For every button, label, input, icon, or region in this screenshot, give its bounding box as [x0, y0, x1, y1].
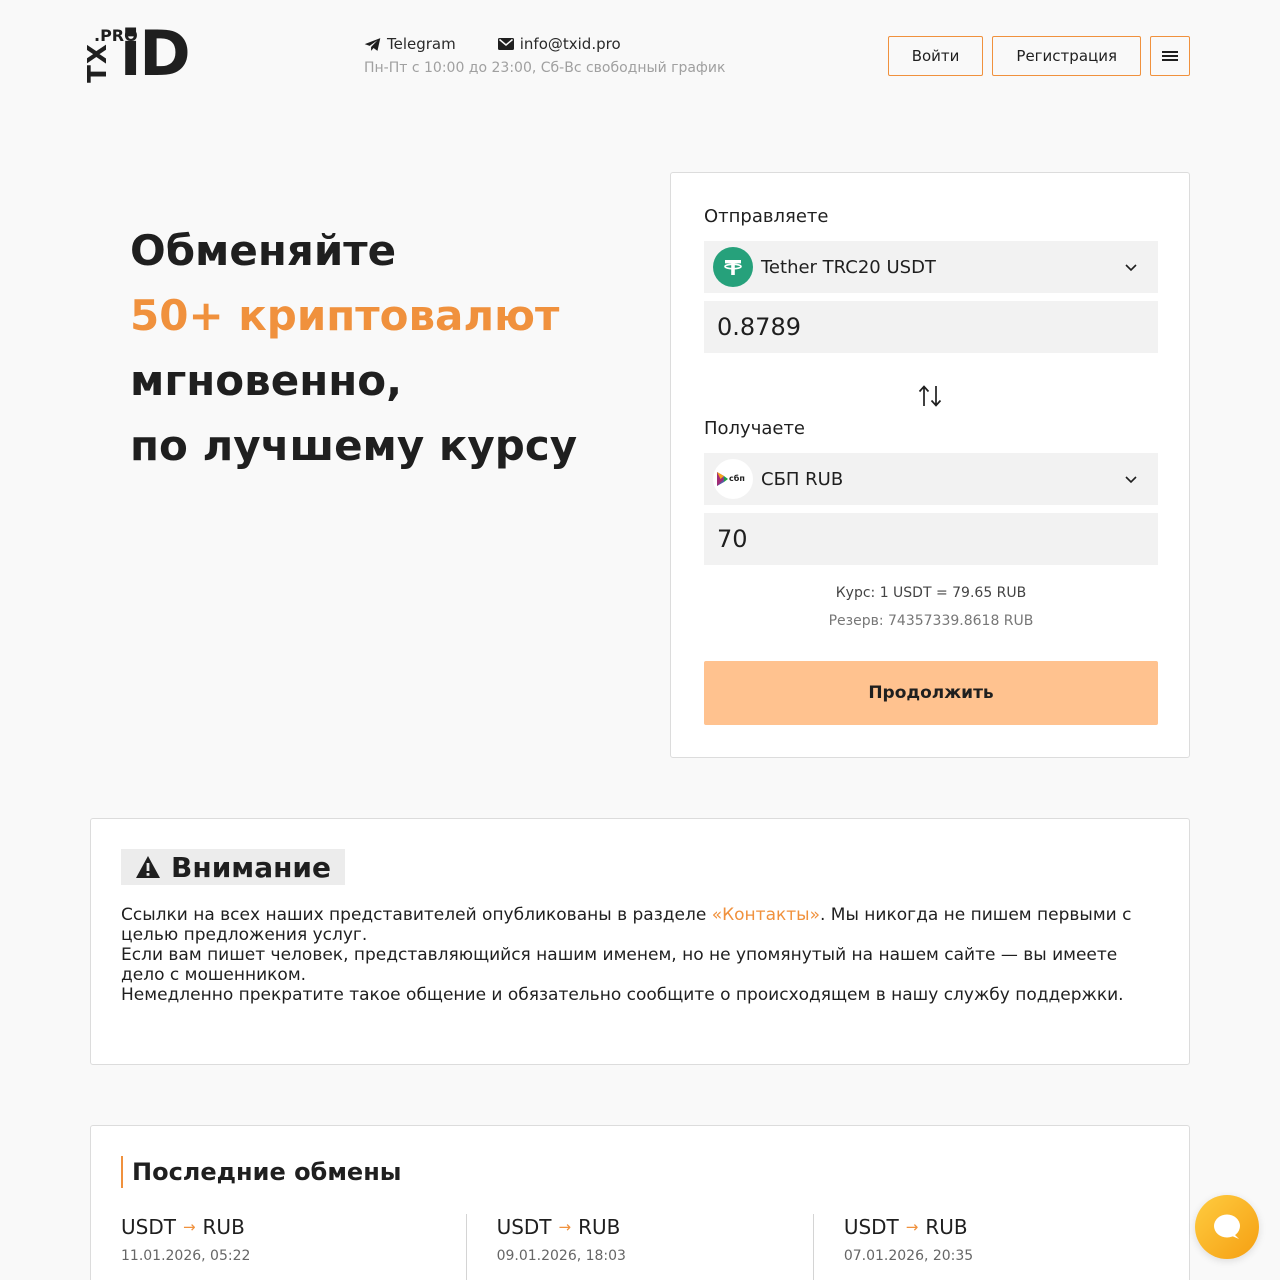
continue-button[interactable]: Продолжить: [704, 661, 1158, 725]
mail-icon: [497, 38, 514, 50]
logo[interactable]: .PRO TX iD: [83, 22, 191, 88]
chevron-down-icon: [1125, 476, 1137, 484]
sbp-icon: сбп: [713, 459, 753, 499]
warning-box: Внимание Ссылки на всех наших представит…: [90, 818, 1190, 1065]
currency-pair: USDT → RUB: [121, 1215, 245, 1239]
site-header: .PRO TX iD Telegram info@txid.pro Пн-Пт …: [83, 22, 1190, 88]
send-currency-name: Tether TRC20 USDT: [761, 256, 936, 278]
login-button[interactable]: Войти: [887, 36, 984, 76]
exchange-date: 07.01.2026, 20:35: [843, 1248, 974, 1264]
currency-pair: USDT → RUB: [496, 1215, 621, 1239]
hero-line-3: мгновенно,: [130, 356, 403, 405]
exchange-rate: Курс: 1 USDT = 79.65 RUB: [835, 585, 1027, 601]
working-hours: Пн-Пт с 10:00 до 23:00, Сб-Вс свободный …: [364, 60, 726, 76]
send-currency-select[interactable]: Tether TRC20 USDT: [704, 241, 1158, 293]
contacts-link[interactable]: «Контакты»: [712, 905, 820, 925]
telegram-link[interactable]: Telegram: [364, 35, 456, 53]
warning-icon: [136, 856, 160, 878]
send-amount-input[interactable]: [704, 301, 1158, 353]
recent-exchanges-title: Последние обмены: [121, 1156, 402, 1188]
reserve-amount: Резерв: 74357339.8618 RUB: [828, 613, 1034, 629]
exchange-date: 09.01.2026, 18:03: [496, 1248, 626, 1264]
tether-icon: [713, 247, 753, 287]
warning-title-block: Внимание: [121, 849, 346, 885]
warning-paragraph-3: Немедленно прекратите такое общение и об…: [121, 985, 1124, 1005]
arrow-right-icon: →: [182, 1218, 196, 1236]
arrow-right-icon: →: [558, 1218, 572, 1236]
receive-amount-input[interactable]: [704, 513, 1158, 565]
warning-text: Ссылки на всех наших представителей опуб…: [121, 905, 1161, 1005]
receive-currency-select[interactable]: сбп СБП RUB: [704, 453, 1158, 505]
exchange-card: Отправляете Tether TRC20 USDT Получаете: [670, 172, 1190, 758]
contacts: Telegram info@txid.pro Пн-Пт с 10:00 до …: [364, 34, 725, 76]
recent-exchange-item: USDT → RUB 07.01.2026, 20:35: [814, 1214, 1161, 1280]
arrow-right-icon: →: [905, 1218, 919, 1236]
menu-button[interactable]: [1150, 36, 1190, 76]
warning-paragraph-1: Ссылки на всех наших представителей опуб…: [121, 905, 1132, 945]
recent-exchange-item: USDT → RUB 09.01.2026, 18:03: [467, 1214, 814, 1280]
receive-currency-name: СБП RUB: [761, 468, 844, 490]
register-button[interactable]: Регистрация: [992, 36, 1141, 76]
sbp-icon-text: сбп: [729, 473, 745, 483]
telegram-label: Telegram: [387, 35, 456, 53]
chat-icon: [1214, 1214, 1240, 1239]
chevron-down-icon: [1125, 264, 1137, 272]
recent-exchange-item: USDT → RUB 11.01.2026, 05:22: [121, 1214, 467, 1280]
exchange-date: 11.01.2026, 05:22: [121, 1248, 251, 1264]
warning-title: Внимание: [171, 850, 332, 884]
chat-button[interactable]: [1195, 1195, 1259, 1259]
auth-buttons: Войти Регистрация: [887, 36, 1190, 76]
email-label: info@txid.pro: [519, 35, 621, 53]
hero-line-4: по лучшему курсу: [130, 421, 578, 470]
currency-pair: USDT → RUB: [843, 1215, 968, 1239]
hero: Обменяйте 50+ криптовалют мгновенно, по …: [130, 218, 577, 478]
warning-paragraph-2: Если вам пишет человек, представляющийся…: [121, 945, 1118, 985]
send-label: Отправляете: [704, 206, 829, 227]
telegram-icon: [364, 37, 381, 51]
logo-tx: TX: [82, 43, 113, 83]
hero-line-2: 50+ криптовалют: [130, 291, 560, 340]
hero-line-1: Обменяйте: [130, 226, 397, 275]
recent-exchanges: Последние обмены USDT → RUB 11.01.2026, …: [90, 1125, 1190, 1280]
swap-icon[interactable]: [918, 383, 942, 409]
menu-icon: [1162, 51, 1178, 61]
logo-id: iD: [120, 17, 191, 90]
email-link[interactable]: info@txid.pro: [497, 35, 621, 53]
receive-label: Получаете: [704, 418, 806, 439]
